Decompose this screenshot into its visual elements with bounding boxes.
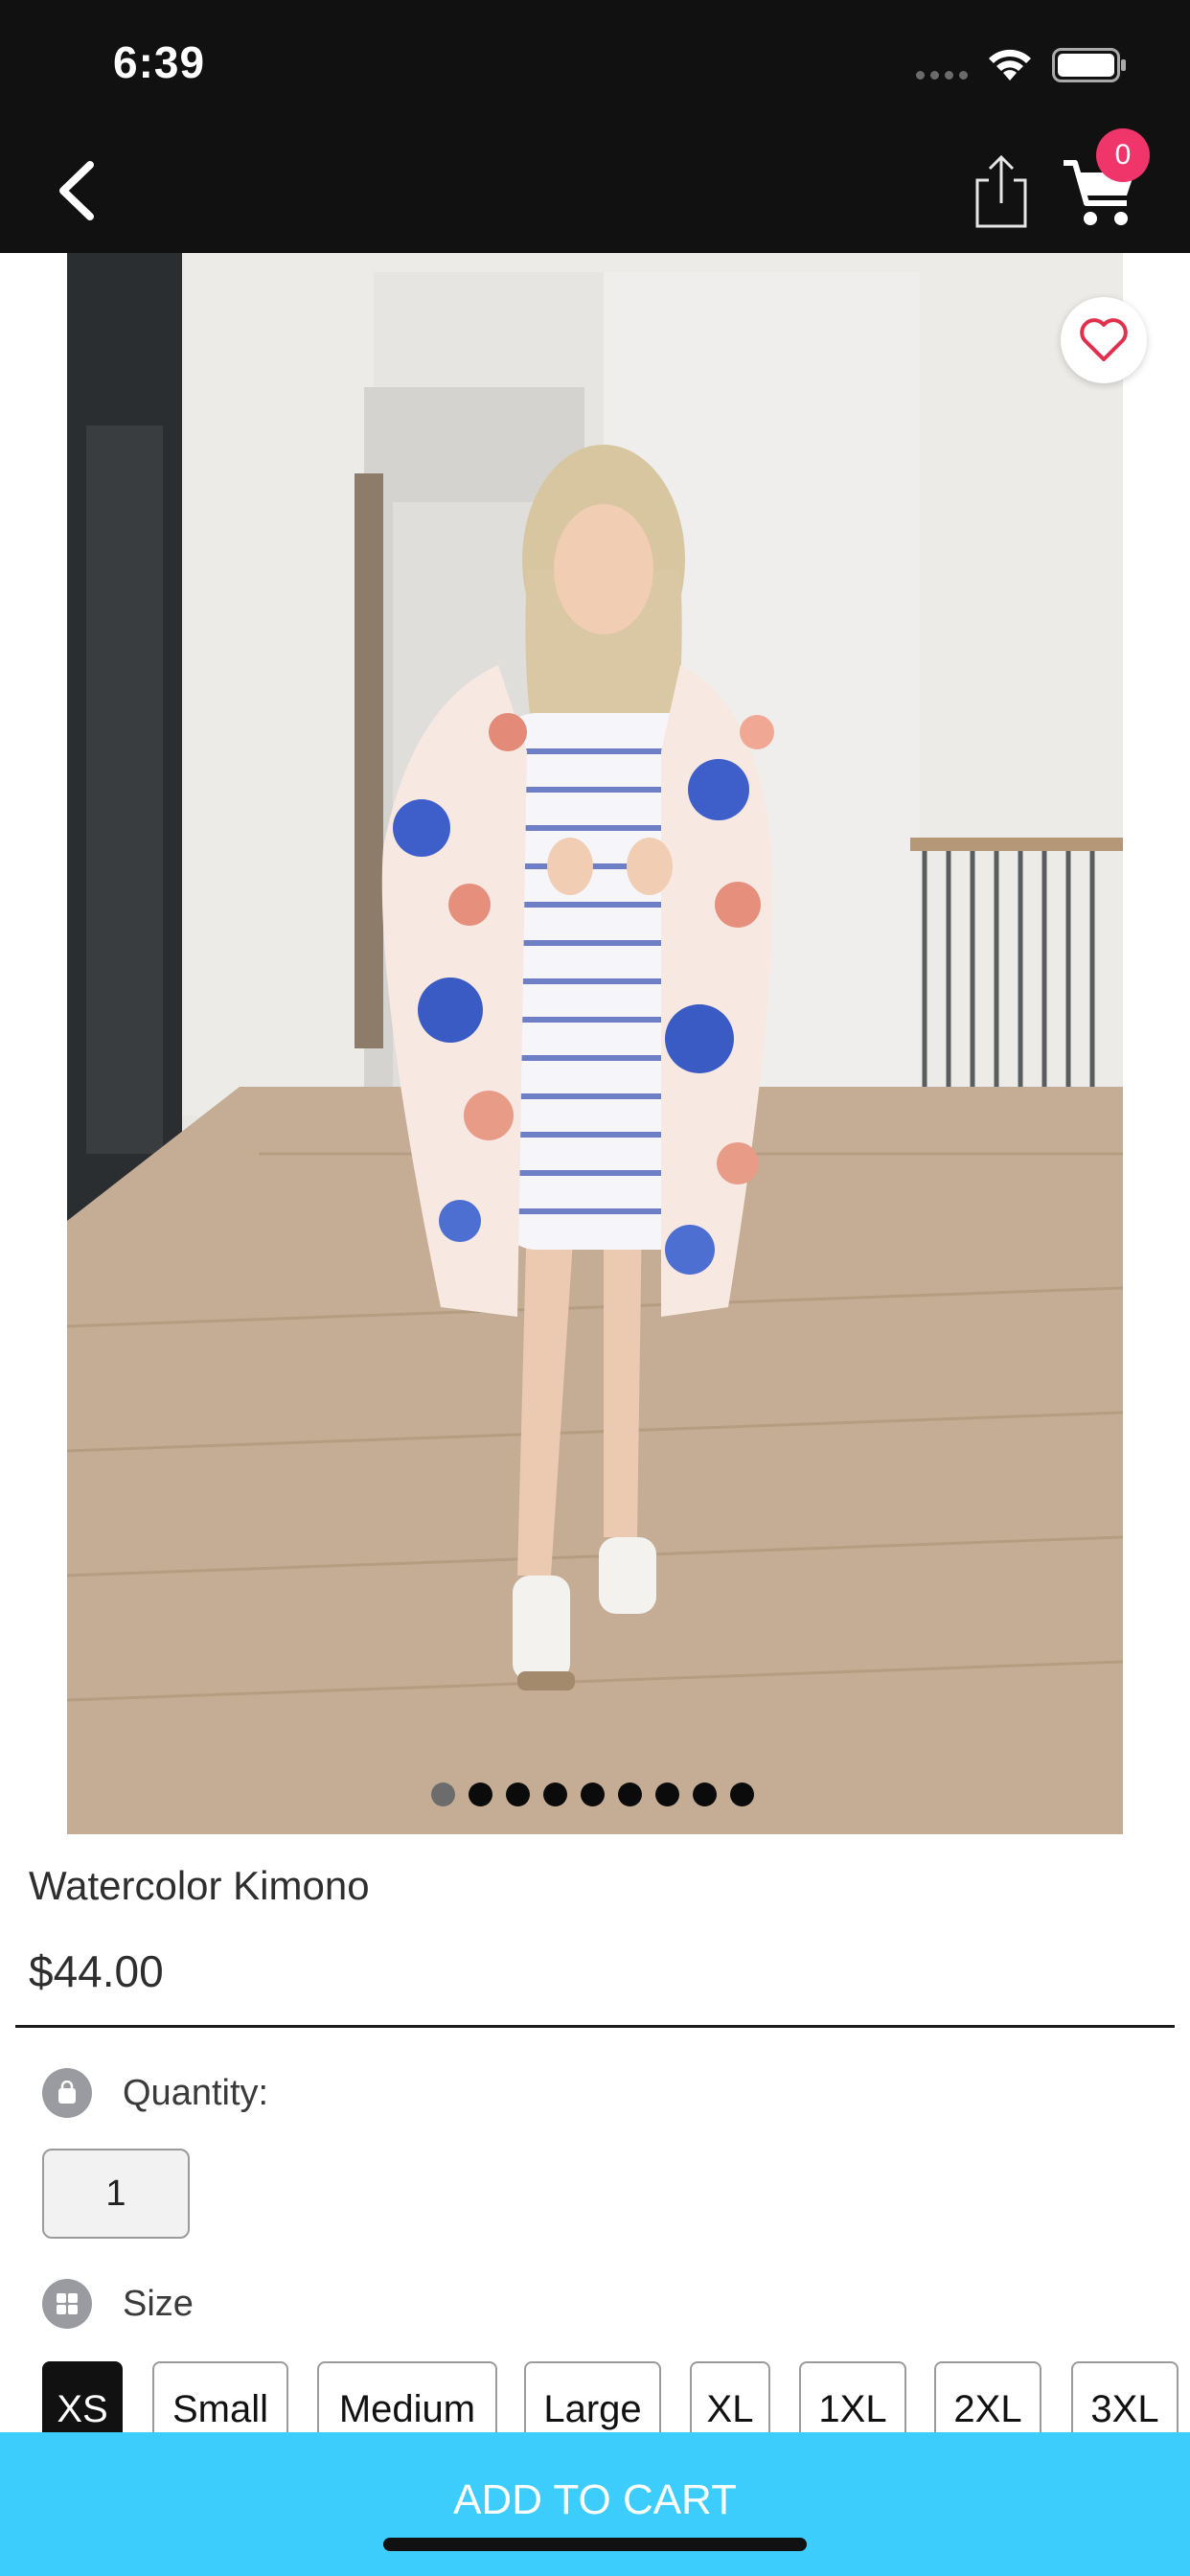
quantity-label: Quantity: <box>123 2072 269 2113</box>
add-to-cart-button[interactable]: ADD TO CART <box>0 2432 1190 2576</box>
carousel-dot[interactable] <box>431 1782 455 1806</box>
carousel-dot[interactable] <box>506 1782 530 1806</box>
carousel-dot[interactable] <box>730 1782 754 1806</box>
carousel-dot[interactable] <box>655 1782 679 1806</box>
quantity-option-header: Quantity: <box>42 2068 268 2118</box>
heart-icon <box>1080 318 1128 361</box>
cart-count-badge: 0 <box>1096 128 1150 182</box>
wifi-icon <box>989 49 1031 80</box>
status-bar: 6:39 <box>0 0 1190 126</box>
carousel-dot[interactable] <box>618 1782 642 1806</box>
navigation-bar <box>0 126 1190 253</box>
share-icon <box>975 154 1027 228</box>
product-image-carousel[interactable] <box>67 253 1123 1834</box>
size-label: Size <box>123 2283 194 2324</box>
carousel-dot[interactable] <box>543 1782 567 1806</box>
carousel-page-indicator <box>431 1782 754 1806</box>
status-time: 6:39 <box>113 37 206 87</box>
product-photo <box>67 253 1123 1834</box>
back-icon <box>59 161 94 220</box>
carousel-dot[interactable] <box>581 1782 605 1806</box>
home-indicator <box>383 2538 807 2551</box>
grid-icon <box>42 2279 92 2329</box>
bag-icon <box>42 2068 92 2118</box>
quantity-selector[interactable]: 1 <box>42 2149 190 2239</box>
battery-icon <box>1052 48 1126 82</box>
cellular-signal-icon <box>916 71 968 80</box>
favorite-button[interactable] <box>1061 297 1147 383</box>
add-to-cart-label: ADD TO CART <box>453 2476 737 2523</box>
back-button[interactable] <box>52 157 109 224</box>
share-button[interactable] <box>970 153 1033 230</box>
product-price: $44.00 <box>29 1946 164 1996</box>
divider <box>15 2025 1175 2028</box>
carousel-dot[interactable] <box>693 1782 717 1806</box>
product-title: Watercolor Kimono <box>29 1863 370 1908</box>
size-option-header: Size <box>42 2279 194 2329</box>
carousel-dot[interactable] <box>469 1782 492 1806</box>
